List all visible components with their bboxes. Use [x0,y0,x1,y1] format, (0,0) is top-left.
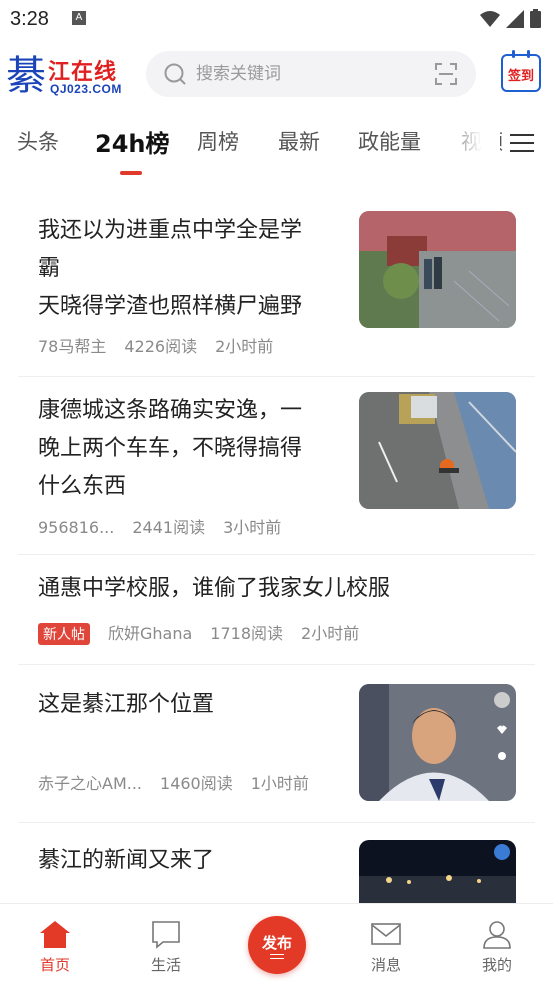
menu-icon[interactable] [510,134,534,154]
feed-item-title: 这是綦江那个位置 [38,686,214,724]
feed-item-title: 綦江的新闻又来了 [38,842,214,880]
app-header: 綦 江在线 QJ023.COM 签到 [0,44,553,106]
feed-divider [18,664,535,665]
feed-item[interactable]: 綦江的新闻又来了 [18,840,535,910]
feed-item-title: 我还以为进重点中学全是学 霸 天晓得学渣也照样横尸遍野 [38,212,302,326]
user-icon [483,921,511,949]
feed-item-meta: 新人帖 欣妍Ghana 1718阅读 2小时前 [38,620,377,645]
battery-icon [530,9,541,28]
feed-item[interactable]: 这是綦江那个位置 赤子之心AM... 1460阅读 1小时前 [18,684,535,814]
tab-fade [440,118,500,168]
read-count: 1460阅读 [160,774,233,793]
post-time: 3小时前 [223,518,282,537]
tab-positive-energy[interactable]: 政能量 [358,126,421,156]
post-time: 2小时前 [215,337,274,356]
feed-item-meta: 78马帮主 4226阅读 2小时前 [38,333,291,357]
nav-mine[interactable]: 我的 [467,918,527,975]
feed-item-title: 康德城这条路确实安逸，一 晚上两个车车，不晓得搞得 什么东西 [38,392,302,506]
checkin-button[interactable]: 签到 [501,50,541,92]
signal-icon [506,9,524,28]
title-line: 康德城这条路确实安逸，一 [38,398,303,423]
nav-messages[interactable]: 消息 [356,918,416,975]
nav-messages-label: 消息 [370,956,401,974]
title-line: 綦江的新闻又来了 [38,848,215,873]
nav-life-label: 生活 [150,956,181,974]
scan-icon[interactable] [434,62,458,86]
read-count: 4226阅读 [124,337,198,356]
checkin-label: 签到 [507,69,534,84]
title-line: 晚上两个车车，不晓得搞得 [38,436,303,461]
publish-label: 发布 [261,934,292,952]
tab-active-indicator [120,171,142,175]
nav-mine-label: 我的 [481,956,512,974]
app-logo[interactable]: 綦 江在线 QJ023.COM [6,52,130,100]
author: 欣妍Ghana [108,624,193,643]
nav-home-label: 首页 [39,956,70,974]
feed-item[interactable]: 康德城这条路确实安逸，一 晚上两个车车，不晓得搞得 什么东西 956816...… [18,390,535,550]
author: 956816... [38,518,115,537]
read-count: 2441阅读 [132,518,206,537]
logo-mark: 綦 [6,53,46,99]
title-line: 通惠中学校服，谁偷了我家女儿校服 [38,576,391,601]
title-line: 这是綦江那个位置 [38,692,215,717]
author: 赤子之心AM... [38,774,143,793]
tab-weekly-ranking[interactable]: 周榜 [197,126,239,156]
tab-24h-ranking[interactable]: 24h榜 [95,124,169,159]
feed-item-thumbnail [359,211,516,328]
publish-button[interactable]: 发布 [248,916,306,974]
search-bar[interactable] [146,51,476,97]
feed-item-thumbnail [359,392,516,509]
post-time: 2小时前 [301,624,360,643]
title-line: 什么东西 [38,474,127,499]
status-indicators [480,9,541,28]
notification-icon: A [72,11,86,25]
home-icon [40,921,70,948]
status-time: 3:28 [10,8,49,30]
feed-divider [18,554,535,555]
nav-life[interactable]: 生活 [136,918,196,975]
read-count: 1718阅读 [210,624,284,643]
tab-headlines[interactable]: 头条 [17,126,59,156]
feed-item-thumbnail [359,840,516,903]
feed-divider [18,376,535,377]
feed-item-title: 通惠中学校服，谁偷了我家女儿校服 [38,570,390,608]
search-input[interactable] [196,51,416,97]
logo-url: QJ023.COM [50,82,122,96]
status-bar: 3:28 A [0,0,553,40]
publish-lines-icon [270,954,284,962]
chat-bubble-icon [152,921,180,949]
bottom-nav: 首页 生活 发布 消息 我的 [0,903,553,984]
feed-item-thumbnail [359,684,516,801]
title-line: 我还以为进重点中学全是学 [38,218,303,243]
new-user-badge: 新人帖 [38,623,90,645]
category-tabs: 头条 24h榜 周榜 最新 政能量 视频 [0,118,553,176]
post-time: 1小时前 [250,774,309,793]
nav-home[interactable]: 首页 [25,918,85,975]
feed-item-meta: 956816... 2441阅读 3小时前 [38,514,299,538]
wifi-icon [480,10,500,27]
author: 78马帮主 [38,337,107,356]
feed-item[interactable]: 通惠中学校服，谁偷了我家女儿校服 新人帖 欣妍Ghana 1718阅读 2小时前 [18,568,535,658]
feed-item-meta: 赤子之心AM... 1460阅读 1小时前 [38,770,327,794]
title-line: 天晓得学渣也照样横尸遍野 [38,294,303,319]
envelope-icon [371,923,401,945]
feed-divider [18,822,535,823]
tab-latest[interactable]: 最新 [278,126,320,156]
search-icon [164,63,186,85]
title-line: 霸 [38,256,61,281]
feed-item[interactable]: 我还以为进重点中学全是学 霸 天晓得学渣也照样横尸遍野 78马帮主 4226阅读 2… [18,210,535,380]
